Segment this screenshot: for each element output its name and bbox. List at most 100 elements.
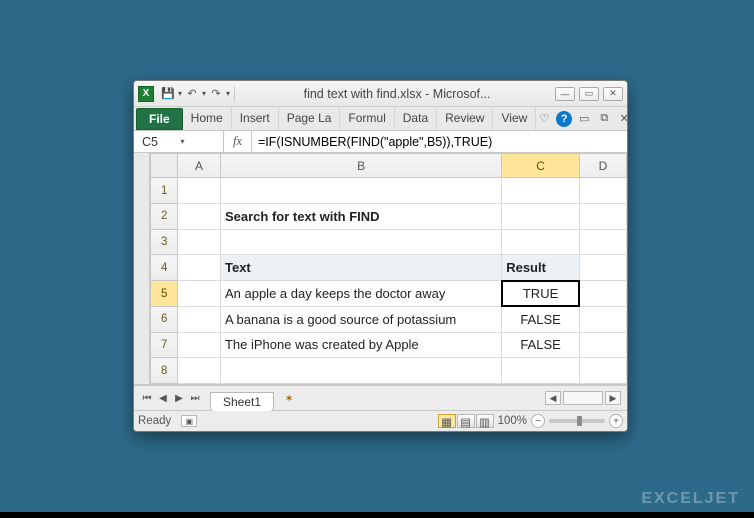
cell[interactable]: [579, 178, 626, 204]
cell[interactable]: [220, 358, 501, 384]
sheet-tab-bar: ⏮ ◀ ▶ ⏭ Sheet1 ✶ ◀ ▶: [134, 385, 627, 410]
help-icon[interactable]: ?: [556, 111, 572, 127]
view-page-break-icon[interactable]: ▥: [476, 414, 494, 428]
undo-icon[interactable]: ↶: [184, 86, 200, 102]
tab-home[interactable]: Home: [183, 107, 232, 130]
status-ready: Ready: [138, 415, 171, 427]
zoom-in-button[interactable]: +: [609, 414, 623, 428]
tab-review[interactable]: Review: [437, 107, 493, 130]
quick-access-toolbar: 💾 ▾ ↶ ▾ ↷ ▾: [160, 86, 230, 102]
zoom-slider[interactable]: [549, 419, 605, 423]
cell-result[interactable]: FALSE: [502, 306, 580, 332]
cell-text[interactable]: An apple a day keeps the doctor away: [220, 281, 501, 307]
excel-logo-icon: X: [138, 86, 154, 102]
sheet-nav-last-icon[interactable]: ⏭: [188, 391, 202, 405]
macro-record-icon[interactable]: ▣: [181, 415, 197, 427]
cell[interactable]: [178, 229, 221, 255]
name-box[interactable]: C5 ▾: [134, 131, 224, 152]
cell[interactable]: [220, 229, 501, 255]
sheet-tab-active[interactable]: Sheet1: [210, 392, 274, 411]
sheet-nav-first-icon[interactable]: ⏮: [140, 391, 154, 405]
cell[interactable]: [579, 306, 626, 332]
window-title: find text with find.xlsx - Microsof...: [239, 87, 555, 101]
column-header-C[interactable]: C: [502, 154, 580, 178]
cell[interactable]: [220, 178, 501, 204]
sheet-nav-next-icon[interactable]: ▶: [172, 391, 186, 405]
cell[interactable]: [178, 178, 221, 204]
row-header-5[interactable]: 5: [151, 281, 178, 307]
hscroll-right-button[interactable]: ▶: [605, 391, 621, 405]
close-button[interactable]: ✕: [603, 87, 623, 101]
row-header-2[interactable]: 2: [151, 204, 178, 230]
cell[interactable]: [502, 358, 580, 384]
cell-header-text[interactable]: Text: [220, 255, 501, 281]
cell[interactable]: [579, 229, 626, 255]
minimize-ribbon-icon[interactable]: ♡: [536, 111, 552, 127]
row-header-3[interactable]: 3: [151, 229, 178, 255]
spreadsheet-grid: A B C D 1 2 Search for text with FIND 3 …: [134, 153, 627, 385]
tab-data[interactable]: Data: [395, 107, 437, 130]
zoom-out-button[interactable]: −: [531, 414, 545, 428]
status-bar: Ready ▣ ▦ ▤ ▥ 100% − +: [134, 410, 627, 431]
save-icon[interactable]: 💾: [160, 86, 176, 102]
cell[interactable]: [579, 204, 626, 230]
cell-text[interactable]: The iPhone was created by Apple: [220, 332, 501, 358]
column-header-B[interactable]: B: [220, 154, 501, 178]
tab-view[interactable]: View: [493, 107, 536, 130]
cell[interactable]: [178, 281, 221, 307]
redo-icon[interactable]: ↷: [208, 86, 224, 102]
ribbon-restore-icon[interactable]: ⧉: [596, 111, 612, 127]
ribbon-tabs: File Home Insert Page La Formul Data Rev…: [134, 107, 627, 131]
row-header-7[interactable]: 7: [151, 332, 178, 358]
hscroll-left-button[interactable]: ◀: [545, 391, 561, 405]
new-sheet-icon[interactable]: ✶: [280, 391, 298, 405]
cell[interactable]: [579, 281, 626, 307]
tab-insert[interactable]: Insert: [232, 107, 279, 130]
cell[interactable]: [178, 204, 221, 230]
select-all-corner[interactable]: [151, 154, 178, 178]
cell[interactable]: [178, 358, 221, 384]
cell[interactable]: [579, 332, 626, 358]
cell[interactable]: [579, 255, 626, 281]
titlebar: X 💾 ▾ ↶ ▾ ↷ ▾ find text with find.xlsx -…: [134, 81, 627, 107]
cell-reference: C5: [142, 135, 181, 149]
cell-title[interactable]: Search for text with FIND: [220, 204, 501, 230]
excel-window: X 💾 ▾ ↶ ▾ ↷ ▾ find text with find.xlsx -…: [133, 80, 628, 432]
undo-caret-icon[interactable]: ▾: [202, 89, 206, 98]
cell[interactable]: [178, 255, 221, 281]
minimize-button[interactable]: —: [555, 87, 575, 101]
redo-caret-icon[interactable]: ▾: [226, 89, 230, 98]
sheet-nav-prev-icon[interactable]: ◀: [156, 391, 170, 405]
cell-text[interactable]: A banana is a good source of potassium: [220, 306, 501, 332]
ribbon-minimize-icon[interactable]: ▭: [576, 111, 592, 127]
row-header-8[interactable]: 8: [151, 358, 178, 384]
fx-icon[interactable]: fx: [224, 131, 252, 152]
row-header-4[interactable]: 4: [151, 255, 178, 281]
ribbon-close-icon[interactable]: ✕: [616, 111, 628, 127]
zoom-level[interactable]: 100%: [498, 415, 527, 427]
hscroll-thumb[interactable]: [563, 391, 603, 405]
cell[interactable]: [502, 178, 580, 204]
tab-formulas[interactable]: Formul: [340, 107, 394, 130]
formula-input[interactable]: [252, 131, 627, 152]
view-normal-icon[interactable]: ▦: [438, 414, 456, 428]
row-header-1[interactable]: 1: [151, 178, 178, 204]
maximize-button[interactable]: ▭: [579, 87, 599, 101]
cell[interactable]: [579, 358, 626, 384]
formula-bar: C5 ▾ fx: [134, 131, 627, 153]
cell-result-selected[interactable]: TRUE: [502, 281, 580, 307]
tab-page-layout[interactable]: Page La: [279, 107, 341, 130]
cell[interactable]: [178, 332, 221, 358]
name-box-caret-icon[interactable]: ▾: [181, 137, 220, 146]
file-tab[interactable]: File: [136, 108, 183, 130]
cell[interactable]: [178, 306, 221, 332]
row-header-6[interactable]: 6: [151, 306, 178, 332]
cell-header-result[interactable]: Result: [502, 255, 580, 281]
column-header-A[interactable]: A: [178, 154, 221, 178]
qat-customize-caret-icon[interactable]: ▾: [178, 89, 182, 98]
cell[interactable]: [502, 204, 580, 230]
cell[interactable]: [502, 229, 580, 255]
column-header-D[interactable]: D: [579, 154, 626, 178]
cell-result[interactable]: FALSE: [502, 332, 580, 358]
view-page-layout-icon[interactable]: ▤: [457, 414, 475, 428]
